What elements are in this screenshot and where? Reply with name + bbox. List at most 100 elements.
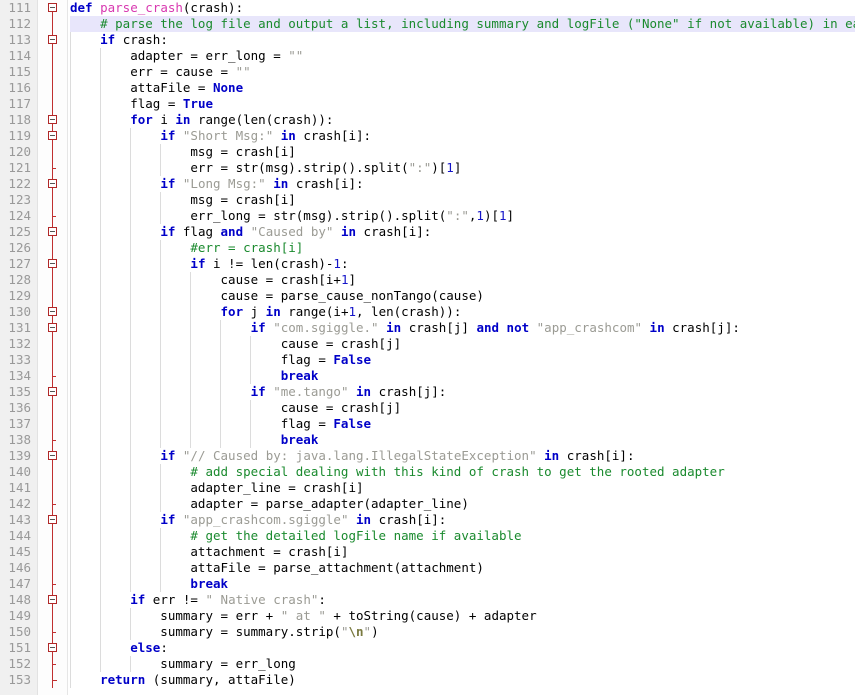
code-line[interactable]: 126 #err = crash[i] xyxy=(0,240,855,256)
token-kw: break xyxy=(280,368,319,383)
token-kw: else xyxy=(130,640,161,655)
token-plain: err_long = str(msg).strip().split( xyxy=(70,208,447,223)
code-line[interactable]: 144 # get the detailed logFile name if a… xyxy=(0,528,855,544)
token-kw: break xyxy=(190,576,229,591)
code-line[interactable]: 147 break xyxy=(0,576,855,592)
code-line[interactable]: 137 flag = False xyxy=(0,416,855,432)
code-line[interactable]: 128 cause = crash[i+1] xyxy=(0,272,855,288)
code-text: attaFile = None xyxy=(70,80,243,96)
token-kw: in xyxy=(356,512,372,527)
code-line[interactable]: 143 if "app_crashcom.sgiggle" in crash[i… xyxy=(0,512,855,528)
token-plain: crash[j]: xyxy=(371,384,447,399)
code-line[interactable]: 152 summary = err_long xyxy=(0,656,855,672)
token-com: #err = crash[i] xyxy=(70,240,304,255)
token-num: 1 xyxy=(499,208,507,223)
token-plain: crash[j] xyxy=(401,320,477,335)
token-str: ":" xyxy=(408,160,432,175)
token-com: # get the detailed logFile name if avail… xyxy=(70,528,522,543)
code-text: flag = True xyxy=(70,96,213,112)
code-line[interactable]: 116 attaFile = None xyxy=(0,80,855,96)
token-plain: i xyxy=(152,112,176,127)
code-line[interactable]: 135 if "me.tango" in crash[j]: xyxy=(0,384,855,400)
code-line[interactable]: 123 msg = crash[i] xyxy=(0,192,855,208)
code-text: attaFile = parse_attachment(attachment) xyxy=(70,560,484,576)
code-line[interactable]: 111 def parse_crash(crash): xyxy=(0,0,855,16)
code-line[interactable]: 138 break xyxy=(0,432,855,448)
code-line[interactable]: 118 for i in range(len(crash)): xyxy=(0,112,855,128)
code-line[interactable]: 119 if "Short Msg:" in crash[i]: xyxy=(0,128,855,144)
token-kw: if xyxy=(160,448,176,463)
code-line[interactable]: 131 if "com.sgiggle." in crash[j] and no… xyxy=(0,320,855,336)
code-text: cause = parse_cause_nonTango(cause) xyxy=(70,288,484,304)
line-number: 141 xyxy=(8,480,31,495)
line-number: 147 xyxy=(8,576,31,591)
token-plain: err = str(msg).strip().split( xyxy=(70,160,409,175)
code-editor[interactable]: 111 def parse_crash(crash): 112 # parse th… xyxy=(0,0,855,695)
line-number: 113 xyxy=(8,32,31,47)
code-line[interactable]: 121 err = str(msg).strip().split(":")[1] xyxy=(0,160,855,176)
token-kw: None xyxy=(213,80,244,95)
code-line[interactable]: 149 summary = err + " at " + toString(ca… xyxy=(0,608,855,624)
code-line[interactable]: 153 return (summary, attaFile) xyxy=(0,672,855,688)
code-line[interactable]: 139 if "// Caused by: java.lang.IllegalS… xyxy=(0,448,855,464)
code-line[interactable]: 120 msg = crash[i] xyxy=(0,144,855,160)
code-line[interactable]: 151 else: xyxy=(0,640,855,656)
code-line[interactable]: 125 if flag and "Caused by" in crash[i]: xyxy=(0,224,855,240)
code-text: adapter_line = crash[i] xyxy=(70,480,363,496)
code-line[interactable]: 122 if "Long Msg:" in crash[i]: xyxy=(0,176,855,192)
code-text: cause = crash[j] xyxy=(70,336,401,352)
code-line[interactable]: 140 # add special dealing with this kind… xyxy=(0,464,855,480)
code-line[interactable]: 112 # parse the log file and output a li… xyxy=(0,16,855,32)
token-plain: (summary, attaFile) xyxy=(145,672,296,687)
code-line[interactable]: 127 if i != len(crash)-1: xyxy=(0,256,855,272)
token-kw: if xyxy=(250,320,266,335)
code-line[interactable]: 113 if crash: xyxy=(0,32,855,48)
code-line[interactable]: 134 break xyxy=(0,368,855,384)
code-line[interactable]: 145 attachment = crash[i] xyxy=(0,544,855,560)
token-plain: + toString(cause) + adapter xyxy=(325,608,537,623)
code-text: for i in range(len(crash)): xyxy=(70,112,333,128)
token-plain: msg = crash[i] xyxy=(70,192,296,207)
code-line[interactable]: 146 attaFile = parse_attachment(attachme… xyxy=(0,560,855,576)
code-text: err_long = str(msg).strip().split(":",1)… xyxy=(70,208,514,224)
token-plain: crash[i]: xyxy=(559,448,635,463)
code-line[interactable]: 115 err = cause = "" xyxy=(0,64,855,80)
token-kw: in xyxy=(386,320,402,335)
token-str: " at " xyxy=(280,608,326,623)
line-number: 139 xyxy=(8,448,31,463)
code-line[interactable]: 129 cause = parse_cause_nonTango(cause) xyxy=(0,288,855,304)
code-line[interactable]: 141 adapter_line = crash[i] xyxy=(0,480,855,496)
code-line[interactable]: 148 if err != " Native crash": xyxy=(0,592,855,608)
code-line[interactable]: 132 cause = crash[j] xyxy=(0,336,855,352)
token-plain: ] xyxy=(453,160,462,175)
token-kw: if xyxy=(160,128,176,143)
token-esc: \n xyxy=(348,624,364,639)
token-kw: def xyxy=(70,0,93,15)
code-line[interactable]: 124 err_long = str(msg).strip().split(":… xyxy=(0,208,855,224)
token-plain: (crash): xyxy=(182,0,244,15)
code-line[interactable]: 150 summary = summary.strip("\n") xyxy=(0,624,855,640)
line-number: 115 xyxy=(8,64,31,79)
code-text: for j in range(i+1, len(crash)): xyxy=(70,304,462,320)
code-line[interactable]: 136 cause = crash[j] xyxy=(0,400,855,416)
code-content[interactable]: 111 def parse_crash(crash): 112 # parse th… xyxy=(0,0,855,695)
code-text: break xyxy=(70,432,319,448)
code-line[interactable]: 114 adapter = err_long = "" xyxy=(0,48,855,64)
token-kw: in xyxy=(649,320,665,335)
code-line[interactable]: 130 for j in range(i+1, len(crash)): xyxy=(0,304,855,320)
token-plain: j xyxy=(243,304,266,319)
code-line[interactable]: 142 adapter = parse_adapter(adapter_line… xyxy=(0,496,855,512)
code-line[interactable]: 133 flag = False xyxy=(0,352,855,368)
code-text: if "com.sgiggle." in crash[j] and not "a… xyxy=(70,320,740,336)
line-number: 135 xyxy=(8,384,31,399)
code-line[interactable]: 117 flag = True xyxy=(0,96,855,112)
